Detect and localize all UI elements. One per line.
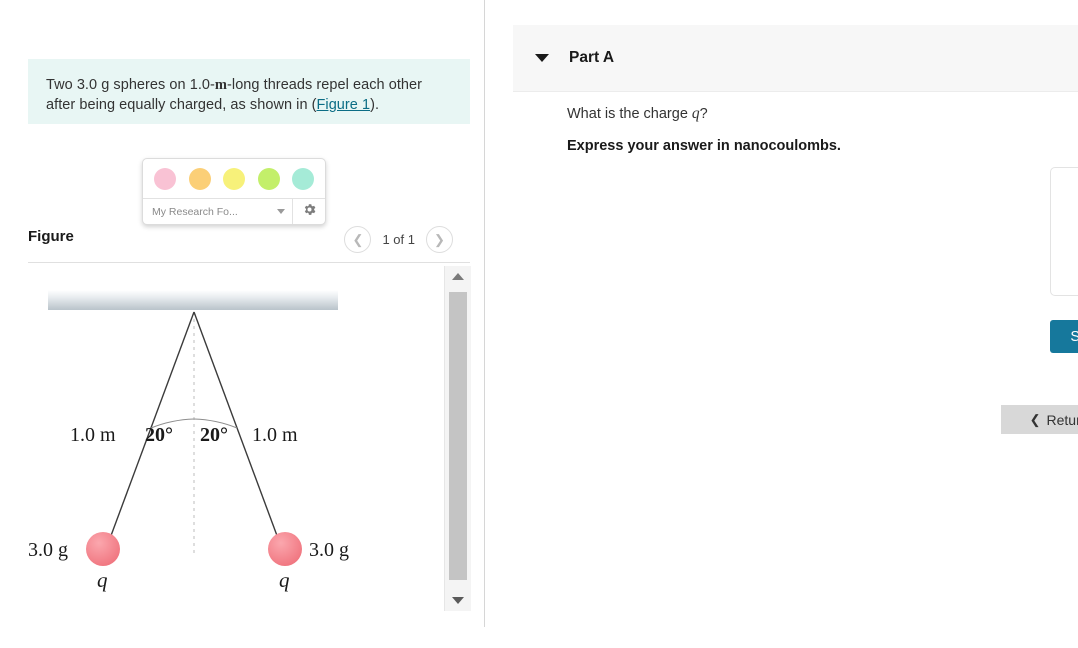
highlighter-bottom-row: My Research Fo... — [143, 198, 325, 224]
green-swatch[interactable] — [257, 168, 280, 190]
figure-header: Figure ❮ 1 of 1 ❯ — [28, 226, 470, 258]
question-unit-m: m — [214, 77, 228, 93]
figure-diagram: 1.0 m 20° 20° 1.0 m 3.0 g 3.0 g q q — [28, 266, 440, 611]
question-text-part3: ). — [370, 97, 380, 113]
ceiling-bar — [48, 290, 338, 310]
answer-entry-box: □ ΑΣφ — [1050, 167, 1078, 296]
app-root: Two 3.0 g spheres on 1.0-m-long threads … — [0, 0, 1078, 627]
highlighter-settings-button[interactable] — [292, 199, 325, 224]
pendulum-spheres-svg: 1.0 m 20° 20° 1.0 m 3.0 g 3.0 g q q — [28, 290, 349, 592]
question-text-part1: Two 3.0 g spheres on 1.0- — [46, 77, 215, 93]
chevron-down-icon — [277, 209, 285, 214]
yellow-swatch[interactable] — [223, 168, 245, 190]
question-prompt-line2: Express your answer in nanocoulombs. — [567, 138, 841, 154]
scroll-up-arrow-icon — [452, 273, 464, 280]
question-statement-box: Two 3.0 g spheres on 1.0-m-long threads … — [28, 59, 470, 124]
scrollbar-up-button[interactable] — [445, 266, 471, 287]
right-angle-label: 20° — [200, 424, 228, 446]
question-prompt-line1: What is the charge q? — [567, 105, 708, 123]
submit-button[interactable]: Submit — [1050, 320, 1078, 353]
right-length-label: 1.0 m — [252, 424, 298, 446]
figure-navigation: ❮ 1 of 1 ❯ — [344, 226, 453, 253]
left-mass-label: 3.0 g — [28, 539, 68, 561]
left-sphere — [86, 532, 120, 566]
left-length-label: 1.0 m — [70, 424, 116, 446]
scrollbar-thumb[interactable] — [449, 292, 467, 580]
highlighter-popup: My Research Fo... — [142, 158, 326, 225]
part-a-header[interactable]: Part A — [513, 25, 1078, 92]
prompt-line1-before: What is the charge — [567, 106, 692, 122]
figure-prev-button[interactable]: ❮ — [344, 226, 372, 253]
research-folder-dropdown[interactable]: My Research Fo... — [143, 199, 292, 224]
scrollbar-down-button[interactable] — [445, 590, 471, 611]
pink-swatch[interactable] — [154, 168, 176, 190]
gear-icon — [302, 202, 317, 222]
figure-counter: 1 of 1 — [382, 232, 415, 247]
prompt-line1-variable: q — [691, 105, 700, 122]
figure-1-link[interactable]: Figure 1 — [317, 97, 371, 113]
research-folder-label: My Research Fo... — [152, 205, 238, 218]
left-problem-panel: Two 3.0 g spheres on 1.0-m-long threads … — [0, 0, 484, 627]
left-charge-label: q — [97, 568, 108, 592]
highlighter-swatch-row — [143, 159, 325, 198]
scroll-down-arrow-icon — [452, 597, 464, 604]
return-to-assignment-label: Return to Assignment — [1046, 411, 1078, 428]
left-angle-label: 20° — [145, 424, 173, 446]
cyan-swatch[interactable] — [292, 168, 314, 190]
right-sphere — [268, 532, 302, 566]
figure-scrollbar[interactable] — [444, 266, 471, 611]
figure-divider — [28, 262, 470, 263]
answer-input-row: q = nC — [1069, 246, 1078, 284]
part-a-title: Part A — [569, 49, 615, 66]
chevron-left-icon: ❮ — [352, 231, 364, 247]
orange-swatch[interactable] — [188, 168, 211, 190]
caret-down-icon[interactable] — [535, 54, 549, 62]
right-answer-panel: Part A What is the charge q? Express you… — [485, 0, 1078, 627]
answer-variable-label: q = — [1069, 255, 1078, 275]
figure-next-button[interactable]: ❯ — [426, 226, 453, 253]
chevron-right-icon: ❯ — [434, 231, 445, 247]
figure-title: Figure — [28, 228, 74, 245]
return-to-assignment-button[interactable]: ❮ Return to Assignment — [1001, 405, 1078, 434]
right-charge-label: q — [279, 568, 290, 592]
right-mass-label: 3.0 g — [309, 539, 349, 561]
question-text: Two 3.0 g spheres on 1.0-m-long threads … — [46, 75, 452, 115]
chevron-left-icon: ❮ — [1029, 411, 1041, 427]
prompt-line1-after: ? — [699, 106, 708, 122]
